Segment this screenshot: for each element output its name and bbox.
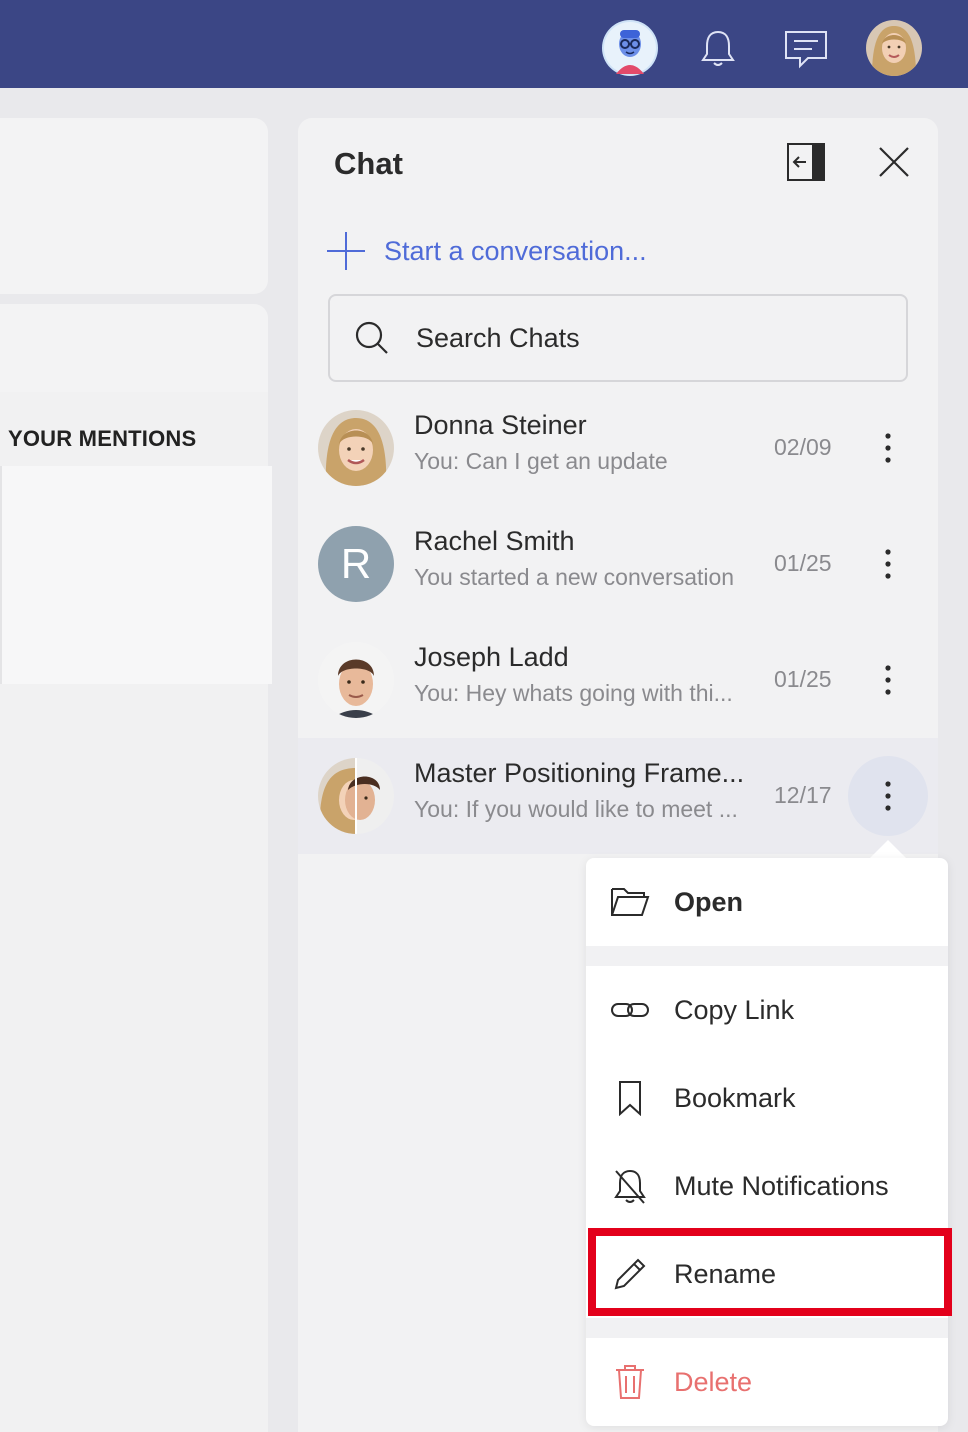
top-bar <box>0 0 968 88</box>
avatar: R <box>318 526 394 602</box>
menu-divider <box>586 1318 948 1338</box>
search-box <box>328 294 908 382</box>
conversation-name: Donna Steiner <box>414 410 587 440</box>
conversation-date: 12/17 <box>774 782 832 808</box>
mentions-list <box>0 466 272 684</box>
avatar <box>318 410 394 486</box>
start-conversation-label: Start a conversation... <box>384 235 647 266</box>
conversation-date: 01/25 <box>774 550 832 576</box>
bell-icon[interactable] <box>690 20 746 76</box>
menu-item-label: Open <box>674 886 744 917</box>
collapse-panel-button[interactable] <box>784 140 828 184</box>
pencil-icon <box>610 1254 650 1294</box>
conversation-preview: You started a new conversation <box>414 564 735 590</box>
menu-item-open[interactable]: Open <box>586 858 948 946</box>
conversation-date: 02/09 <box>774 434 832 460</box>
link-icon <box>610 990 650 1030</box>
menu-item-label: Delete <box>674 1366 753 1397</box>
conversation-preview: You: Hey whats going with thi... <box>414 680 733 706</box>
menu-item-label: Mute Notifications <box>674 1170 889 1201</box>
context-menu: Open Copy Link Bookmark Mute Notificatio… <box>586 858 948 1426</box>
plus-icon <box>327 232 365 270</box>
menu-divider <box>586 946 948 966</box>
menu-item-label: Bookmark <box>674 1082 796 1113</box>
avatar <box>318 642 394 718</box>
conversation-name: Rachel Smith <box>414 526 575 556</box>
more-options-button[interactable] <box>848 408 928 488</box>
conversation-row[interactable]: Master Positioning Frame... You: If you … <box>298 738 938 854</box>
more-options-button[interactable] <box>848 640 928 720</box>
more-vertical-icon <box>885 549 891 579</box>
more-vertical-icon <box>885 433 891 463</box>
conversation-name: Master Positioning Frame... <box>414 758 745 788</box>
search-input[interactable] <box>416 322 856 354</box>
more-vertical-icon <box>885 665 891 695</box>
close-icon <box>879 147 909 177</box>
chat-title: Chat <box>334 146 403 181</box>
menu-item-label: Copy Link <box>674 994 795 1025</box>
assistant-avatar[interactable] <box>602 20 658 76</box>
context-menu-arrow <box>870 840 906 858</box>
menu-item-rename[interactable]: Rename <box>586 1230 948 1318</box>
conversation-preview: You: Can I get an update <box>414 448 668 474</box>
conversation-row[interactable]: R Rachel Smith You started a new convers… <box>298 506 938 622</box>
more-options-button[interactable] <box>848 524 928 604</box>
user-avatar[interactable] <box>866 20 922 76</box>
left-card-top <box>0 118 268 294</box>
avatar-initial: R <box>340 540 372 587</box>
group-avatar <box>318 758 394 834</box>
collapse-panel-icon <box>787 143 825 181</box>
conversation-preview: You: If you would like to meet ... <box>414 796 738 822</box>
conversation-name: Joseph Ladd <box>414 642 569 672</box>
search-icon <box>355 321 388 354</box>
trash-icon <box>610 1362 650 1402</box>
chat-icon[interactable] <box>778 20 834 76</box>
conversation-row[interactable]: Donna Steiner You: Can I get an update 0… <box>298 390 938 506</box>
conversation-date: 01/25 <box>774 666 832 692</box>
start-conversation-button[interactable]: Start a conversation... <box>326 230 647 272</box>
bell-off-icon <box>610 1166 650 1206</box>
menu-item-mute-notifications[interactable]: Mute Notifications <box>586 1142 948 1230</box>
menu-item-delete[interactable]: Delete <box>586 1338 948 1426</box>
bookmark-icon <box>610 1078 650 1118</box>
more-vertical-icon <box>885 781 891 811</box>
mentions-heading: YOUR MENTIONS <box>8 426 197 451</box>
menu-item-bookmark[interactable]: Bookmark <box>586 1054 948 1142</box>
folder-icon <box>610 882 650 922</box>
conversation-row[interactable]: Joseph Ladd You: Hey whats going with th… <box>298 622 938 738</box>
more-options-button[interactable] <box>848 756 928 836</box>
menu-item-copy-link[interactable]: Copy Link <box>586 966 948 1054</box>
menu-item-label: Rename <box>674 1258 777 1289</box>
close-button[interactable] <box>872 140 916 184</box>
